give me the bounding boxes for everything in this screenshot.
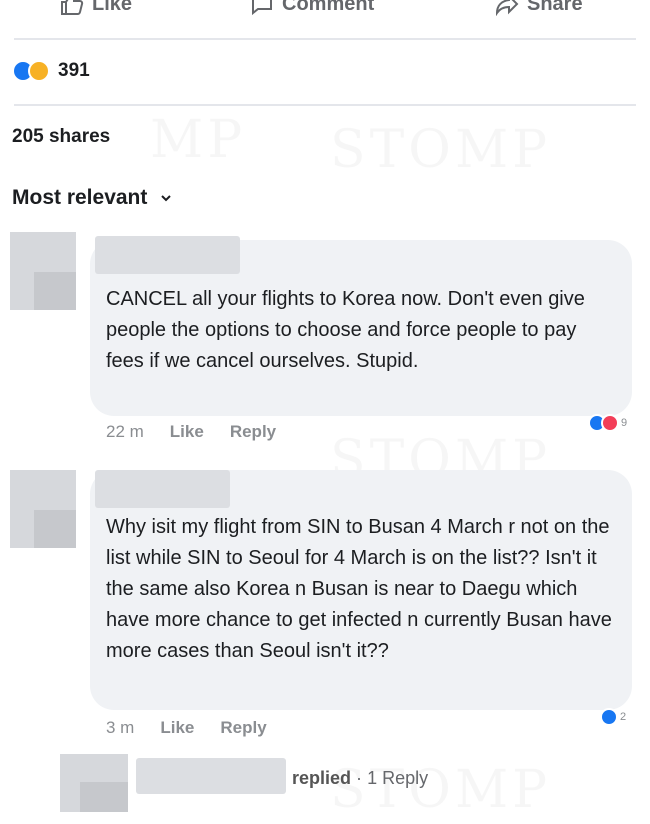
comment-reaction-count: 2 bbox=[620, 711, 627, 723]
comment-meta: 22 m Like Reply bbox=[106, 422, 276, 442]
chevron-down-icon bbox=[161, 195, 172, 202]
reaction-count: 391 bbox=[58, 60, 90, 81]
comment-button[interactable]: Comment bbox=[250, 0, 374, 16]
comment-reply-button[interactable]: Reply bbox=[230, 422, 276, 442]
comment-icon bbox=[252, 0, 272, 16]
like-label: Like bbox=[92, 0, 133, 15]
sort-label: Most relevant bbox=[12, 186, 148, 209]
action-bar-divider bbox=[14, 38, 636, 40]
love-reaction-icon bbox=[601, 414, 619, 432]
replied-label: replied bbox=[292, 768, 352, 788]
avatar[interactable] bbox=[10, 470, 76, 548]
comment-sort-dropdown[interactable]: Most relevant bbox=[12, 186, 173, 210]
comment-text: Why isit my flight from SIN to Busan 4 M… bbox=[106, 516, 612, 662]
share-button[interactable]: Share bbox=[495, 0, 583, 16]
commenter-name[interactable] bbox=[95, 470, 230, 508]
comment-reaction-count: 9 bbox=[621, 417, 628, 429]
comment-like-button[interactable]: Like bbox=[160, 718, 194, 738]
comment-meta: 3 m Like Reply bbox=[106, 718, 267, 738]
thumbs-up-icon bbox=[61, 0, 84, 15]
avatar[interactable] bbox=[10, 232, 76, 310]
separator: · bbox=[356, 768, 363, 788]
reactions-summary[interactable]: 391 bbox=[12, 60, 90, 82]
sad-reaction-icon bbox=[28, 60, 50, 82]
comment-time[interactable]: 22 m bbox=[106, 422, 144, 442]
comment-reactions[interactable]: 2 bbox=[600, 708, 626, 726]
watermark: STOMP bbox=[330, 120, 551, 180]
comment-reactions[interactable]: 9 bbox=[588, 414, 627, 432]
comment-text: CANCEL all your flights to Korea now. Do… bbox=[106, 288, 585, 372]
replier-name[interactable] bbox=[136, 758, 286, 794]
comment-reply-button[interactable]: Reply bbox=[220, 718, 266, 738]
share-icon bbox=[495, 0, 519, 16]
like-button[interactable]: Like bbox=[60, 0, 132, 16]
comment-time[interactable]: 3 m bbox=[106, 718, 134, 738]
post-action-bar: Like Comment Share bbox=[0, 0, 650, 38]
share-label: Share bbox=[527, 0, 583, 15]
reply-count: 1 Reply bbox=[367, 768, 429, 788]
shares-count[interactable]: 205 shares bbox=[12, 126, 110, 148]
watermark: MP bbox=[150, 110, 246, 170]
comment-like-button[interactable]: Like bbox=[170, 422, 204, 442]
reply-thread-link[interactable]: replied · 1 Reply bbox=[292, 768, 428, 789]
like-reaction-icon bbox=[600, 708, 618, 726]
commenter-name[interactable] bbox=[95, 236, 240, 274]
avatar[interactable] bbox=[60, 754, 128, 812]
reactions-divider bbox=[14, 104, 636, 106]
comment-label: Comment bbox=[282, 0, 375, 15]
